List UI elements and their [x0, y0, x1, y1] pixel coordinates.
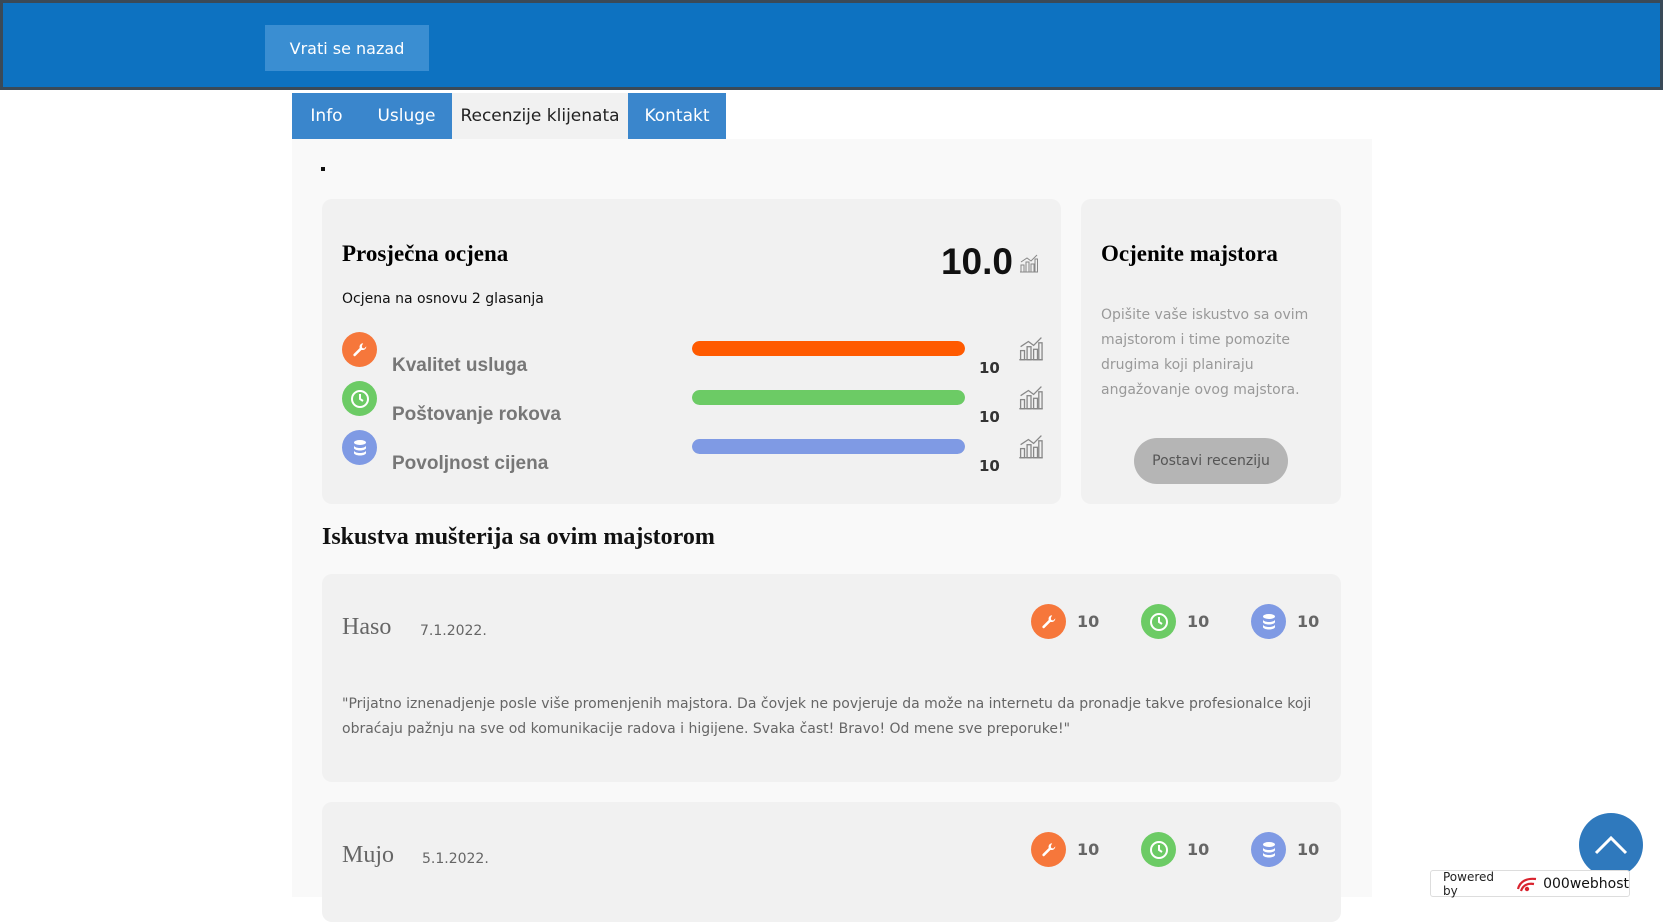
rate-card-title: Ocjenite majstora — [1101, 241, 1278, 266]
criterion-value: 10 — [979, 359, 1000, 377]
review-scores: 10 10 10 — [1031, 604, 1361, 639]
brand-name: 000webhost — [1543, 875, 1629, 892]
criterion-row-price: Povoljnost cijena 10 — [342, 430, 1043, 476]
review-text: "Prijatno iznenadjenje posle više promen… — [342, 696, 1312, 737]
clock-icon — [342, 381, 377, 416]
review-score-deadlines: 10 — [1141, 832, 1251, 867]
criterion-value: 10 — [979, 457, 1000, 475]
review-score-value: 10 — [1077, 612, 1100, 631]
clock-icon — [1141, 604, 1176, 639]
tab-recenzije-klijenata[interactable]: Recenzije klijenata — [452, 93, 628, 139]
review-score-value: 10 — [1297, 840, 1320, 859]
criterion-bar-fill — [692, 390, 965, 405]
wrench-icon — [1031, 604, 1066, 639]
review-score-value: 10 — [1077, 840, 1100, 859]
review-score-deadlines: 10 — [1141, 604, 1251, 639]
review-score-price: 10 — [1251, 604, 1361, 639]
review-score-value: 10 — [1297, 612, 1320, 631]
wrench-icon — [342, 332, 377, 367]
rate-craftsman-card: Ocjenite majstora Opišite vaše iskustvo … — [1081, 199, 1341, 504]
criterion-label: Poštovanje rokova — [392, 404, 561, 425]
review-scores: 10 10 10 — [1031, 832, 1361, 867]
reviewer-name: Haso — [342, 614, 392, 640]
coins-icon — [1251, 604, 1286, 639]
back-button[interactable]: Vrati se nazad — [265, 25, 429, 71]
wrench-icon — [1031, 832, 1066, 867]
rate-card-description: Opišite vaše iskustvo sa ovim majstorom … — [1101, 307, 1309, 398]
criterion-label: Povoljnost cijena — [392, 453, 549, 474]
average-score: 10.0 — [940, 241, 1013, 282]
review-score-price: 10 — [1251, 832, 1361, 867]
post-review-button[interactable]: Postavi recenziju — [1134, 438, 1288, 484]
top-header-bar: Vrati se nazad — [0, 0, 1663, 90]
tab-info[interactable]: Info — [292, 93, 361, 139]
criterion-bar-fill — [692, 439, 965, 454]
reviews-section-title: Iskustva mušterija sa ovim majstorom — [322, 524, 715, 550]
average-rating-card: Prosječna ocjena Ocjena na osnovu 2 glas… — [322, 199, 1061, 504]
average-rating-subtitle: Ocjena na osnovu 2 glasanja — [342, 291, 544, 307]
review-date: 5.1.2022. — [422, 851, 489, 867]
powered-by-badge[interactable]: Powered by 000webhost — [1430, 869, 1630, 898]
review-score-value: 10 — [1187, 612, 1210, 631]
clock-icon — [1141, 832, 1176, 867]
scroll-to-top-button[interactable] — [1579, 813, 1643, 877]
criterion-bar — [692, 341, 965, 356]
review-score-quality: 10 — [1031, 832, 1141, 867]
reviewer-name: Mujo — [342, 842, 395, 868]
tab-kontakt[interactable]: Kontakt — [628, 93, 726, 139]
criterion-row-deadlines: Poštovanje rokova 10 — [342, 381, 1043, 427]
stray-dot — [321, 167, 325, 171]
criterion-bar — [692, 390, 965, 405]
brand-logo: 000webhost — [1515, 875, 1629, 893]
criterion-bar — [692, 439, 965, 454]
review-card: Mujo 5.1.2022. 10 10 10 — [322, 802, 1341, 922]
chart-icon — [1019, 337, 1043, 361]
tab-bar: Info Usluge Recenzije klijenata Kontakt — [292, 93, 726, 139]
average-rating-title: Prosječna ocjena — [342, 241, 509, 266]
criterion-value: 10 — [979, 408, 1000, 426]
criterion-bar-fill — [692, 341, 965, 356]
powered-by-label: Powered by — [1443, 869, 1495, 898]
coins-icon — [342, 430, 377, 465]
coins-icon — [1251, 832, 1286, 867]
webhost-logo-icon — [1517, 877, 1537, 891]
chevron-up-icon — [1594, 835, 1628, 855]
chart-icon — [1019, 435, 1043, 459]
review-date: 7.1.2022. — [420, 623, 487, 639]
review-card: Haso 7.1.2022. 10 10 10 "Prijatno iznena… — [322, 574, 1341, 782]
chart-icon — [1020, 254, 1038, 273]
tab-usluge[interactable]: Usluge — [361, 93, 452, 139]
criterion-row-quality: Kvalitet usluga 10 — [342, 332, 1043, 378]
criterion-label: Kvalitet usluga — [392, 355, 528, 376]
chart-icon — [1019, 386, 1043, 410]
review-score-value: 10 — [1187, 840, 1210, 859]
review-score-quality: 10 — [1031, 604, 1141, 639]
